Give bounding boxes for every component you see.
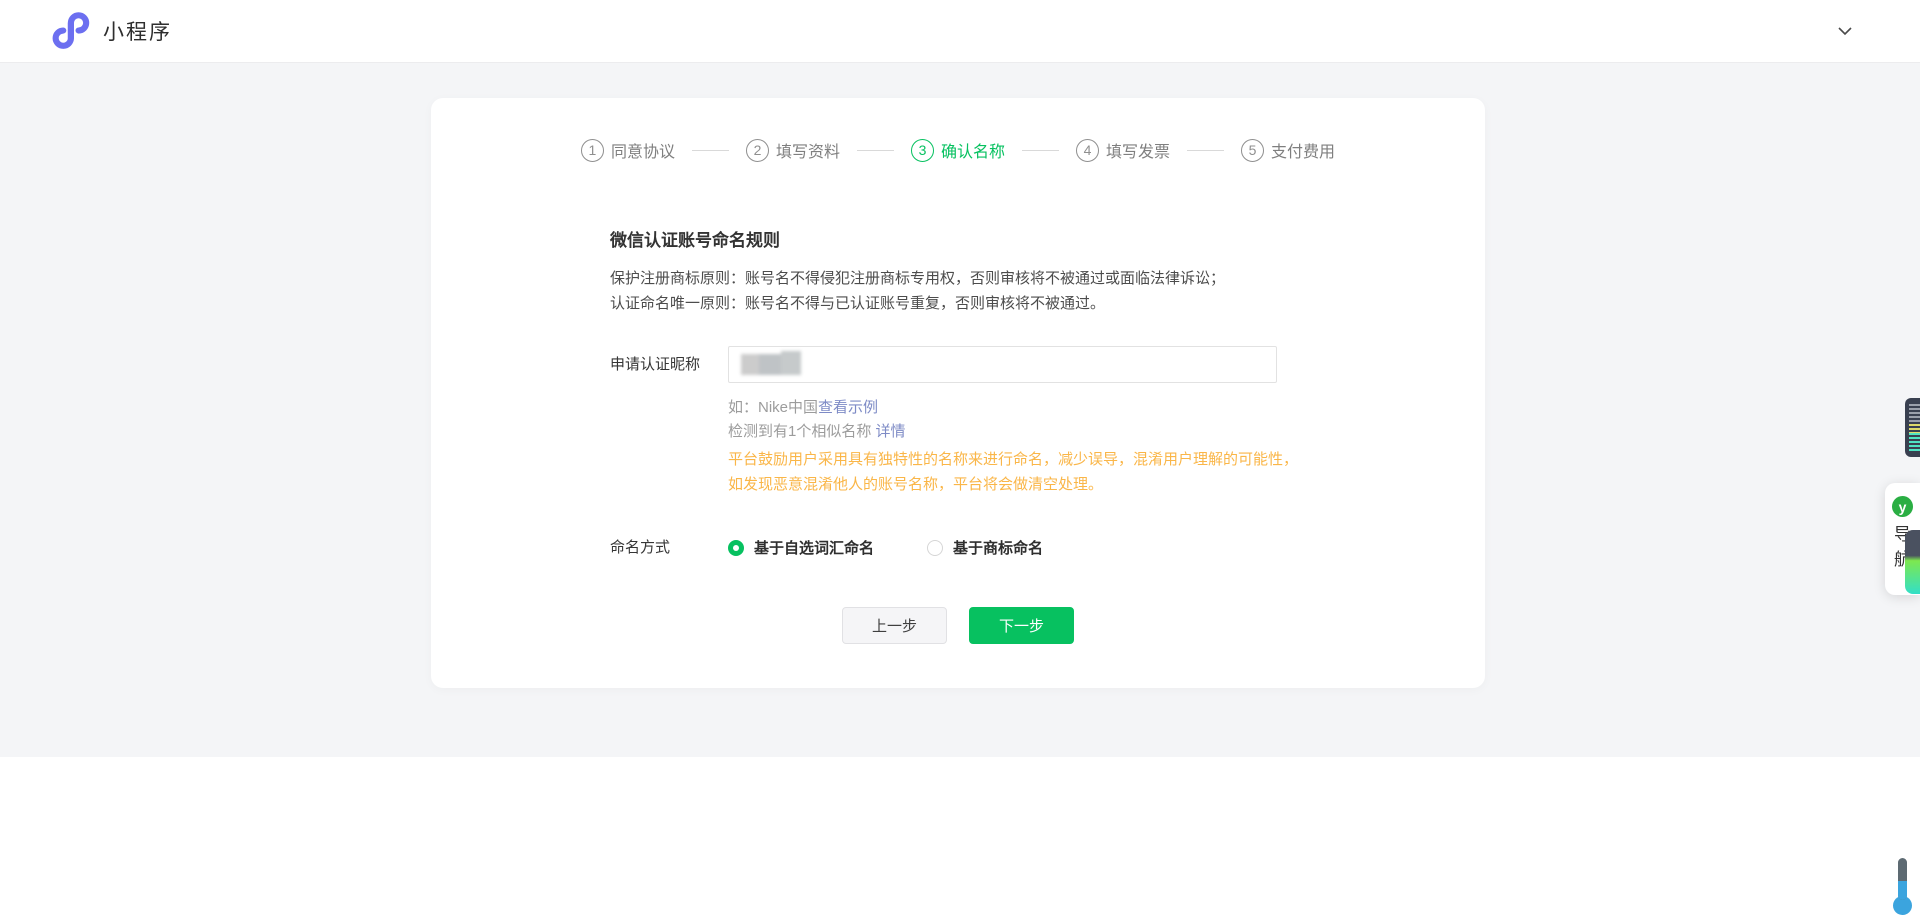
step-separator — [1187, 150, 1224, 151]
step-separator — [857, 150, 894, 151]
nav-widget-logo-icon: y — [1892, 496, 1913, 517]
step-number: 1 — [581, 139, 604, 162]
step-number: 4 — [1076, 139, 1099, 162]
chevron-down-icon[interactable] — [1836, 24, 1854, 38]
redacted-nickname-value — [741, 354, 801, 375]
step-label: 支付费用 — [1271, 138, 1335, 162]
naming-rule-line-2: 认证命名唯一原则：账号名不得与已认证账号重复，否则审核将不被通过。 — [610, 291, 1485, 316]
certification-card: 1 同意协议 2 填写资料 3 确认名称 4 填写发票 5 支付费用 微信认证账… — [431, 98, 1485, 688]
radio-label: 基于自选词汇命名 — [754, 537, 874, 558]
nickname-help-section: 如：Nike中国查看示例 检测到有1个相似名称 详情 平台鼓励用户采用具有独特性… — [728, 396, 1485, 497]
naming-method-row: 命名方式 基于自选词汇命名 基于商标命名 — [610, 537, 1485, 558]
step-separator — [692, 150, 729, 151]
minimap-grey-stripes — [1909, 404, 1920, 424]
previous-step-button[interactable]: 上一步 — [842, 607, 947, 644]
page-title: 小程序 — [103, 16, 172, 46]
nickname-input[interactable] — [728, 346, 1277, 383]
mini-program-logo-icon — [48, 10, 90, 52]
example-prefix: 如：Nike中国 — [728, 399, 818, 416]
progress-stepper: 1 同意协议 2 填写资料 3 确认名称 4 填写发票 5 支付费用 — [431, 138, 1485, 162]
wizard-buttons: 上一步 下一步 — [431, 607, 1485, 644]
naming-rules-section: 微信认证账号命名规则 保护注册商标原则：账号名不得侵犯注册商标专用权，否则审核将… — [610, 226, 1485, 316]
thermometer-stem — [1898, 858, 1907, 900]
warning-line-1: 平台鼓励用户采用具有独特性的名称来进行命名，减少误导，混淆用户理解的可能性， — [728, 447, 1485, 472]
details-link[interactable]: 详情 — [876, 423, 906, 440]
gradient-scrollbar-widget[interactable] — [1905, 530, 1920, 594]
naming-method-options: 基于自选词汇命名 基于商标命名 — [728, 537, 1043, 558]
radio-trademark[interactable]: 基于商标命名 — [927, 537, 1043, 558]
page-minimap-widget[interactable] — [1905, 398, 1920, 457]
thermometer-fill — [1898, 881, 1907, 900]
step-pay-fee: 5 支付费用 — [1241, 138, 1335, 162]
step-number: 3 — [911, 139, 934, 162]
radio-custom-words[interactable]: 基于自选词汇命名 — [728, 537, 874, 558]
radio-selected-icon[interactable] — [728, 540, 744, 556]
step-fill-invoice: 4 填写发票 — [1076, 138, 1170, 162]
naming-rule-line-1: 保护注册商标原则：账号名不得侵犯注册商标专用权，否则审核将不被通过或面临法律诉讼… — [610, 266, 1485, 291]
step-separator — [1022, 150, 1059, 151]
radio-unselected-icon[interactable] — [927, 540, 943, 556]
nickname-label: 申请认证昵称 — [610, 346, 728, 383]
step-label: 填写资料 — [776, 138, 840, 162]
thermometer-scroll-widget[interactable] — [1892, 858, 1912, 915]
view-example-link[interactable]: 查看示例 — [818, 399, 878, 416]
minimap-teal-stripes — [1909, 433, 1920, 451]
similar-name-text: 检测到有1个相似名称 — [728, 423, 876, 440]
similar-name-line: 检测到有1个相似名称 详情 — [728, 420, 1485, 444]
next-step-button[interactable]: 下一步 — [969, 607, 1074, 644]
step-confirm-name-active: 3 确认名称 — [911, 138, 1005, 162]
step-label: 同意协议 — [611, 138, 675, 162]
step-label: 填写发票 — [1106, 138, 1170, 162]
step-agree-protocol: 1 同意协议 — [581, 138, 675, 162]
minimap-yellow-stripes — [1909, 424, 1920, 433]
top-header: 小程序 — [0, 0, 1920, 63]
step-fill-info: 2 填写资料 — [746, 138, 840, 162]
naming-rules-title: 微信认证账号命名规则 — [610, 226, 1485, 251]
naming-method-label: 命名方式 — [610, 539, 728, 557]
nickname-row: 申请认证昵称 — [610, 346, 1485, 383]
example-line: 如：Nike中国查看示例 — [728, 396, 1485, 420]
step-label: 确认名称 — [941, 138, 1005, 162]
step-number: 2 — [746, 139, 769, 162]
warning-line-2: 如发现恶意混淆他人的账号名称，平台将会做清空处理。 — [728, 472, 1485, 497]
step-number: 5 — [1241, 139, 1264, 162]
radio-label: 基于商标命名 — [953, 537, 1043, 558]
